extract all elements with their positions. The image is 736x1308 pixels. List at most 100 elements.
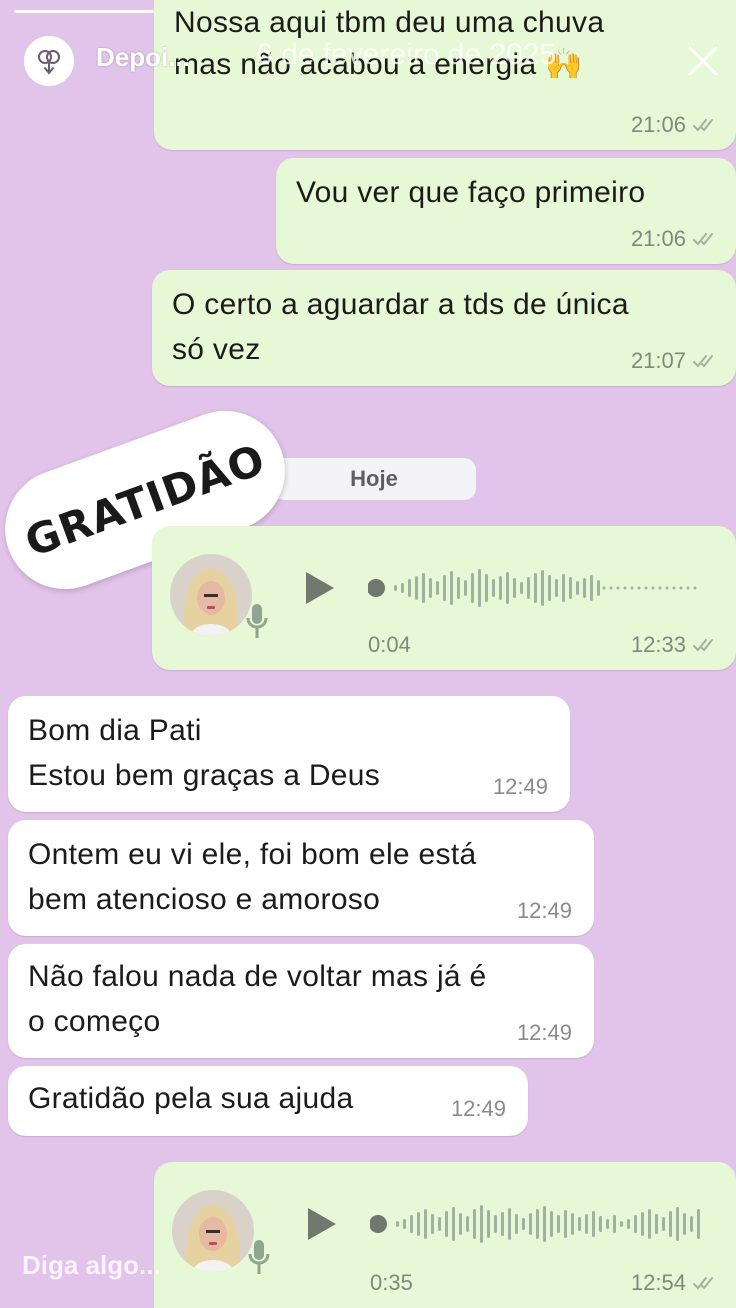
message-incoming: Ontem eu vi ele, foi bom ele está bem at… — [8, 820, 594, 936]
message-meta: 12:49 — [451, 1096, 506, 1122]
double-check-icon — [692, 117, 720, 133]
waveform-bar — [438, 1217, 441, 1231]
waveform-bar — [401, 583, 404, 593]
waveform-bar — [648, 1209, 651, 1239]
waveform-bar — [585, 1214, 588, 1234]
voice-duration: 0:04 — [368, 632, 411, 657]
message-meta: 12:49 — [517, 898, 572, 924]
waveform-bar — [513, 578, 516, 598]
message-meta: 21:07 — [631, 348, 720, 374]
audio-waveform[interactable] — [368, 562, 708, 614]
waveform-bar — [690, 1216, 693, 1232]
waveform-bar — [478, 569, 481, 607]
message-time: 21:06 — [630, 112, 686, 137]
waveform-bar — [627, 1219, 630, 1229]
waveform-bar — [562, 574, 565, 602]
microphone-icon — [246, 1238, 272, 1278]
waveform-bar — [583, 578, 586, 598]
waveform-bar — [697, 1209, 700, 1239]
waveform-bar — [473, 1209, 476, 1239]
message-incoming: Bom dia Pati Estou bem graças a Deus 12:… — [8, 696, 570, 812]
waveform-bar — [394, 585, 397, 591]
play-icon[interactable] — [302, 570, 336, 606]
waveform-bar — [599, 1216, 602, 1232]
waveform-bar — [641, 1212, 644, 1236]
waveform-bar — [396, 1221, 399, 1227]
waveform-dot — [665, 586, 669, 590]
play-icon[interactable] — [304, 1206, 338, 1242]
waveform-bar — [408, 579, 411, 597]
waveform-bar — [522, 1218, 525, 1230]
waveform-bar — [536, 1209, 539, 1239]
waveform-bar — [520, 582, 523, 594]
waveform-bar — [590, 575, 593, 601]
close-icon[interactable] — [682, 40, 724, 82]
waveform-bar — [506, 572, 509, 604]
waveform-bar — [676, 1207, 679, 1241]
waveform-bar — [557, 1215, 560, 1233]
waveform-bar — [541, 570, 544, 606]
waveform-bar — [576, 581, 579, 595]
message-time: 12:49 — [516, 1020, 572, 1045]
story-header: Depoi... 6 de fevereiro de 2025 — [0, 0, 736, 110]
playhead[interactable] — [368, 579, 385, 597]
waveform-bar — [578, 1217, 581, 1231]
message-time: 12:54 — [630, 1270, 686, 1295]
waveform-bar — [555, 579, 558, 597]
waveform-dot — [637, 586, 641, 590]
waveform-bar — [634, 1215, 637, 1233]
waveform-bar — [571, 1213, 574, 1235]
waveform-dot — [623, 586, 627, 590]
waveform-bar — [443, 575, 446, 601]
waveform-dot — [693, 586, 697, 590]
waveform-bar — [452, 1207, 455, 1241]
waveform-bar — [501, 1212, 504, 1236]
waveform-bar — [422, 573, 425, 603]
waveform-bar — [548, 575, 551, 601]
waveform-bar — [459, 1213, 462, 1235]
message-text: O certo a aguardar a tds de única só vez — [172, 288, 629, 366]
waveform-dot — [679, 586, 683, 590]
message-text: Bom dia Pati Estou bem graças a Deus — [28, 714, 381, 792]
message-text: Não falou nada de voltar mas já é o come… — [28, 960, 487, 1038]
voice-message: 0:35 12:54 — [154, 1162, 736, 1308]
story-username[interactable]: Depoi... — [96, 42, 190, 73]
waveform-dot — [616, 586, 620, 590]
waveform-bar — [613, 1215, 616, 1233]
waveform-bar — [471, 573, 474, 603]
story-reply-input[interactable]: Diga algo... — [22, 1250, 161, 1281]
message-time: 12:49 — [492, 774, 548, 799]
voice-duration: 0:35 — [370, 1270, 413, 1295]
waveform-bar — [436, 581, 439, 595]
waveform-bar — [620, 1221, 623, 1227]
double-check-icon — [692, 1275, 720, 1291]
waveform-bar — [569, 577, 572, 599]
waveform-bar — [550, 1211, 553, 1237]
waveform-bar — [457, 577, 460, 599]
waveform-bar — [487, 1210, 490, 1238]
waveform-bar — [683, 1213, 686, 1235]
waveform-dot — [658, 586, 662, 590]
waveform-bar — [606, 1219, 609, 1229]
waveform-bar — [417, 1212, 420, 1236]
voice-sender-avatar — [170, 554, 252, 636]
waveform-bar — [431, 1214, 434, 1234]
message-time: 12:49 — [516, 898, 572, 923]
waveform-bar — [597, 580, 600, 596]
message-meta: 12:33 — [631, 632, 720, 658]
message-meta: 12:49 — [493, 774, 548, 800]
waveform-bar — [464, 580, 467, 596]
waveform-bar — [655, 1214, 658, 1234]
profile-icon[interactable] — [22, 34, 76, 88]
playhead[interactable] — [370, 1215, 387, 1233]
waveform-bar — [527, 577, 530, 599]
waveform-bar — [515, 1214, 518, 1234]
waveform-dot — [602, 586, 606, 590]
waveform-bar — [485, 574, 488, 602]
day-divider: Hoje — [272, 458, 476, 500]
message-meta: 12:54 — [631, 1270, 720, 1296]
audio-waveform[interactable] — [370, 1198, 710, 1250]
message-meta: 21:06 — [631, 226, 720, 252]
waveform-bar — [494, 1215, 497, 1233]
waveform-bar — [480, 1205, 483, 1243]
